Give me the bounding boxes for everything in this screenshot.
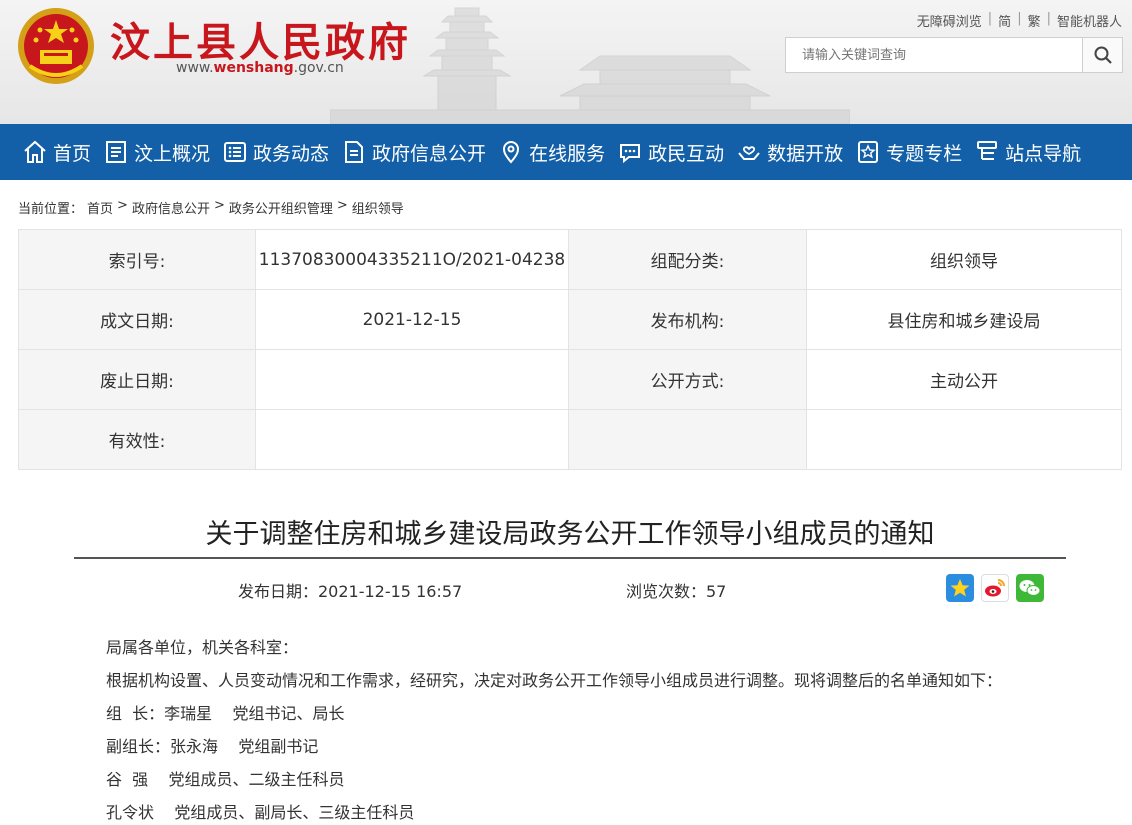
chat-icon	[620, 144, 641, 164]
disclosure-method-value: 主动公开	[806, 349, 1122, 410]
separator: |	[1017, 11, 1022, 26]
table-row: 索引号: 11370830004335211O/2021-04238 组配分类:…	[18, 229, 1122, 290]
search-box	[785, 37, 1123, 73]
separator: |	[987, 11, 993, 26]
disclosure-method-label: 公开方式:	[568, 349, 807, 410]
document-info-table: 索引号: 11370830004335211O/2021-04238 组配分类:…	[18, 229, 1122, 470]
article-body: 局属各单位，机关各科室： 根据机构设置、人员变动情况和工作需求，经研究，决定对政…	[106, 631, 1066, 825]
written-date-label: 成文日期:	[18, 289, 256, 350]
breadcrumb-separator: >	[117, 198, 128, 213]
search-input[interactable]	[786, 38, 1082, 72]
breadcrumb-item-home[interactable]: 首页	[87, 198, 113, 217]
share-wechat-button[interactable]	[1016, 574, 1044, 602]
breadcrumb-prefix: 当前位置：	[18, 202, 84, 217]
share-qzone-button[interactable]	[946, 574, 974, 602]
empty-value	[806, 409, 1122, 470]
nav-item-home[interactable]: 首页	[22, 124, 91, 180]
breadcrumb-item-org-leadership[interactable]: 组织领导	[352, 198, 404, 217]
national-emblem-icon	[18, 8, 94, 84]
paragraph-member: 谷 强 党组成员、二级主任科员	[106, 770, 345, 789]
site-url: www.wenshang.gov.cn	[176, 60, 344, 76]
location-icon	[503, 141, 520, 164]
nav-item-open-data[interactable]: 数据开放	[736, 124, 843, 180]
share-buttons	[946, 574, 1044, 602]
paragraph-leader: 组 长：李瑞星 党组书记、局长	[106, 704, 345, 723]
nav-item-online-service[interactable]: 在线服务	[498, 124, 605, 180]
index-number-value: 11370830004335211O/2021-04238	[255, 229, 569, 290]
publisher-label: 发布机构:	[568, 289, 807, 350]
index-number-label: 索引号:	[18, 229, 256, 290]
nav-item-overview[interactable]: 汶上概况	[103, 124, 210, 180]
empty-label	[568, 409, 807, 470]
share-weibo-button[interactable]	[981, 574, 1009, 602]
list-icon	[224, 142, 247, 162]
nav-item-news[interactable]: 政务动态	[222, 124, 329, 180]
main-nav: 首页 汶上概况 政务动态 政府信息公开 在线服务 政民互动 数据开放 专题专栏 …	[0, 124, 1132, 180]
search-button[interactable]	[1082, 38, 1122, 72]
sitemap-icon	[977, 141, 998, 160]
nav-item-site-map[interactable]: 站点导航	[974, 124, 1081, 180]
file-icon	[345, 141, 364, 163]
table-row: 有效性:	[18, 409, 1122, 470]
validity-value	[255, 409, 569, 470]
title-divider	[74, 557, 1066, 559]
traditional-link[interactable]: 繁	[1028, 11, 1041, 30]
home-icon	[24, 140, 46, 163]
breadcrumb-separator: >	[213, 198, 225, 213]
breadcrumb: 当前位置： 首页 > 政府信息公开 > 政务公开组织管理 > 组织领导	[18, 198, 408, 217]
simplified-link[interactable]: 简	[998, 11, 1011, 30]
paragraph-intro: 根据机构设置、人员变动情况和工作需求，经研究，决定对政务公开工作领导小组成员进行…	[106, 671, 1003, 690]
accessibility-link[interactable]: 无障碍浏览	[917, 11, 982, 30]
wechat-icon	[1019, 580, 1041, 596]
search-icon	[1094, 46, 1112, 64]
table-row: 废止日期: 公开方式: 主动公开	[18, 349, 1122, 410]
paragraph-member: 孔令状 党组成员、副局长、三级主任科员	[106, 803, 415, 822]
top-links: 无障碍浏览 | 简 | 繁 | 智能机器人	[917, 11, 1122, 30]
qzone-star-icon	[950, 579, 970, 597]
nav-item-special-topics[interactable]: 专题专栏	[855, 124, 962, 180]
breadcrumb-item-org-management[interactable]: 政务公开组织管理	[229, 198, 333, 217]
validity-label: 有效性:	[18, 409, 256, 470]
category-value: 组织领导	[806, 229, 1122, 290]
view-count: 浏览次数：57	[626, 582, 727, 601]
weibo-icon	[985, 579, 1005, 597]
paragraph-salutation: 局属各单位，机关各科室：	[106, 638, 299, 657]
hands-heart-icon	[738, 146, 760, 160]
expiry-date-label: 废止日期:	[18, 349, 256, 410]
nav-item-info-disclosure[interactable]: 政府信息公开	[341, 124, 486, 180]
star-badge-icon	[858, 141, 879, 163]
paragraph-deputy-leader: 副组长：张永海 党组副书记	[106, 737, 319, 756]
breadcrumb-separator: >	[336, 198, 348, 213]
separator: |	[1046, 11, 1051, 26]
written-date-value: 2021-12-15	[255, 289, 569, 350]
article-title: 关于调整住房和城乡建设局政务公开工作领导小组成员的通知	[205, 519, 935, 550]
publish-date: 发布日期：2021-12-15 16:57	[238, 582, 463, 601]
category-label: 组配分类:	[568, 229, 807, 290]
robot-link[interactable]: 智能机器人	[1057, 11, 1122, 30]
site-header: 汶上县人民政府 www.wenshang.gov.cn 无障碍浏览 | 简 | …	[0, 0, 1132, 124]
publisher-value: 县住房和城乡建设局	[806, 289, 1122, 350]
document-icon	[106, 141, 127, 163]
breadcrumb-item-info-disclosure[interactable]: 政府信息公开	[132, 198, 210, 217]
expiry-date-value	[255, 349, 569, 410]
nav-item-interaction[interactable]: 政民互动	[617, 124, 724, 180]
table-row: 成文日期: 2021-12-15 发布机构: 县住房和城乡建设局	[18, 289, 1122, 350]
